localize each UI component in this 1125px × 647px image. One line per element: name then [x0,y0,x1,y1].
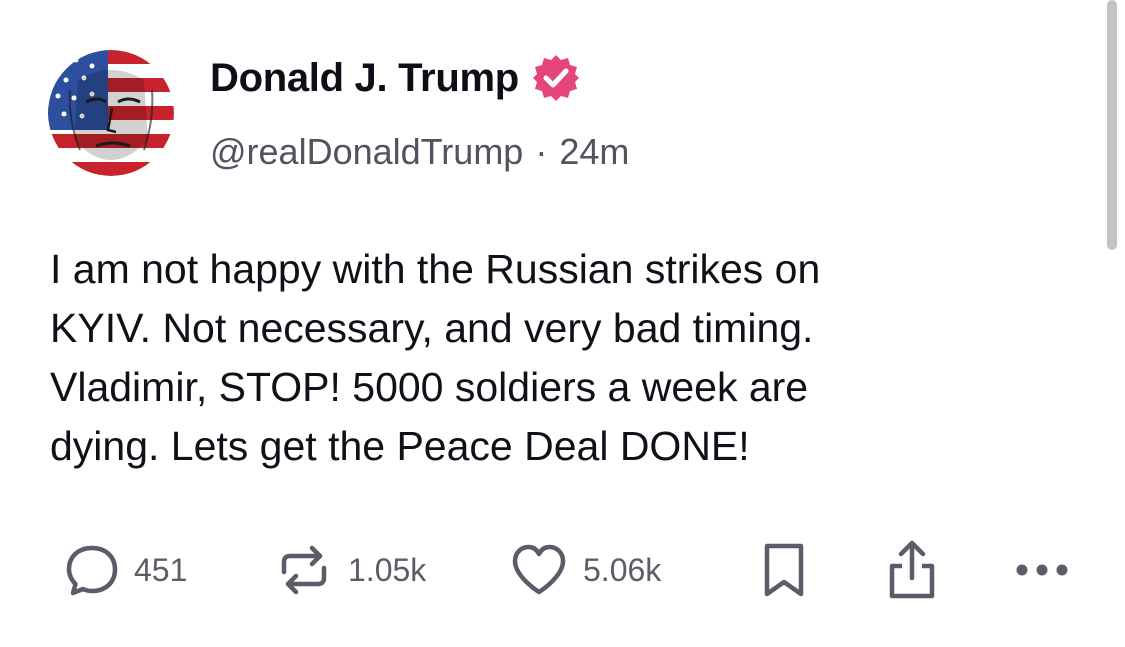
repost-icon [274,540,334,600]
post-timestamp[interactable]: 24m [559,131,629,173]
action-bar: 451 1.05k 5.06k [64,535,1084,605]
author-display-name[interactable]: Donald J. Trump [210,56,519,101]
heart-icon [509,542,569,598]
verified-badge-icon [531,53,581,103]
reply-icon [64,542,120,598]
bookmark-icon [759,540,809,600]
share-button[interactable] [884,535,940,605]
author-name-row: Donald J. Trump [210,52,581,104]
like-button[interactable]: 5.06k [509,535,661,605]
reply-button[interactable]: 451 [64,535,187,605]
author-handle[interactable]: @realDonaldTrump [210,131,523,173]
post-body-text: I am not happy with the Russian strikes … [50,246,821,469]
author-handle-row: @realDonaldTrump · 24m [210,130,629,174]
like-count: 5.06k [583,551,662,588]
more-icon [1012,560,1072,580]
reply-count: 451 [134,551,188,588]
scrollbar-thumb[interactable] [1107,0,1117,250]
more-button[interactable] [1012,535,1072,605]
author-avatar[interactable] [48,50,174,176]
post-card: Donald J. Trump @realDonaldTrump · 24m I… [0,0,1125,647]
repost-count: 1.05k [348,551,427,588]
separator-dot: · [535,131,548,172]
share-icon [884,538,940,602]
repost-button[interactable]: 1.05k [274,535,426,605]
avatar-image [48,50,174,176]
bookmark-button[interactable] [759,535,809,605]
